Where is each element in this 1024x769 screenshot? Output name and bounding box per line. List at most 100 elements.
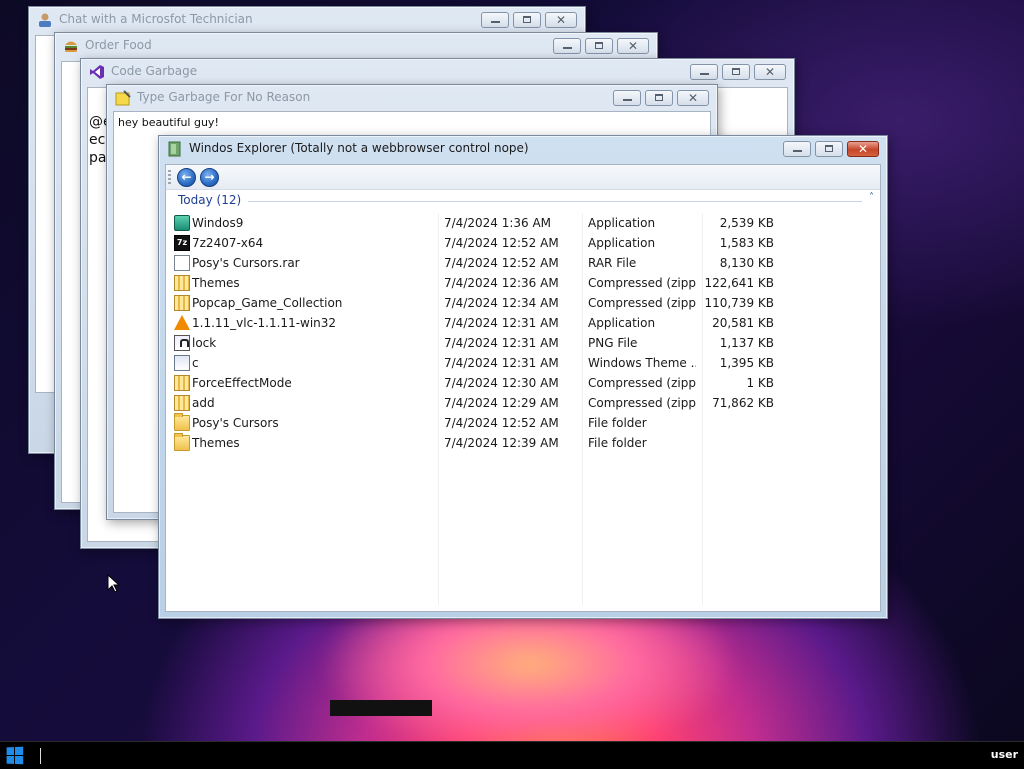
explorer-toolbar: ← → xyxy=(166,165,880,190)
vlc-icon xyxy=(174,315,190,330)
file-date: 7/4/2024 1:36 AM xyxy=(444,216,552,230)
type-close-button[interactable]: ✕ xyxy=(677,90,709,106)
file-type: RAR File xyxy=(588,256,637,270)
close-icon: ✕ xyxy=(857,142,869,156)
food-minimize-button[interactable] xyxy=(553,38,581,54)
chat-fragment-2: ec xyxy=(89,132,106,148)
file-date: 7/4/2024 12:29 AM xyxy=(444,396,559,410)
wallpaper-glow xyxy=(320,600,740,741)
toolbar-grip[interactable] xyxy=(168,170,171,184)
chat-maximize-button[interactable] xyxy=(513,12,541,28)
file-date: 7/4/2024 12:31 AM xyxy=(444,356,559,370)
file-name: Popcap_Game_Collection xyxy=(192,296,343,310)
minimize-icon xyxy=(623,99,632,101)
file-row[interactable]: ForceEffectMode 7/4/2024 12:30 AM Compress… xyxy=(166,373,880,393)
food-close-button[interactable]: ✕ xyxy=(617,38,649,54)
file-size: 2,539 KB xyxy=(719,216,774,230)
explorer-maximize-button[interactable] xyxy=(815,141,843,157)
chat-minimize-button[interactable] xyxy=(481,12,509,28)
code-title: Code Garbage xyxy=(111,64,198,78)
wallpaper-artifact xyxy=(330,700,432,716)
explorer-titlebar[interactable]: Windos Explorer (Totally not a webbrowse… xyxy=(159,136,887,162)
file-type: File folder xyxy=(588,436,647,450)
back-button[interactable]: ← xyxy=(177,168,196,187)
typed-text: hey beautiful guy! xyxy=(118,116,219,129)
sticky-note-icon xyxy=(115,90,131,106)
file-name: c xyxy=(192,356,199,370)
file-row[interactable]: c 7/4/2024 12:31 AM Windows Theme ... 1,395… xyxy=(166,353,880,373)
file-date: 7/4/2024 12:31 AM xyxy=(444,336,559,350)
explorer-close-button[interactable]: ✕ xyxy=(847,141,879,157)
file-name: Posy's Cursors xyxy=(192,416,279,430)
explorer-title: Windos Explorer (Totally not a webbrowse… xyxy=(189,141,529,155)
file-name: 1.1.11_vlc-1.1.11-win32 xyxy=(192,316,337,330)
start-button[interactable] xyxy=(6,746,25,765)
explorer-content[interactable]: ← → Today (12) ˄ Windos9 7/4/2024 1:36 AM… xyxy=(165,164,881,612)
maximize-icon xyxy=(825,145,833,152)
file-size: 1,395 KB xyxy=(719,356,774,370)
file-list: Windos9 7/4/2024 1:36 AM Application 2,539 … xyxy=(166,213,880,453)
theme-icon xyxy=(174,355,190,371)
file-row[interactable]: lock 7/4/2024 12:31 AM PNG File 1,137 KB xyxy=(166,333,880,353)
collapse-chevron-icon[interactable]: ˄ xyxy=(869,192,874,203)
folder-icon xyxy=(174,433,190,451)
maximize-icon xyxy=(523,16,531,23)
file-row[interactable]: Popcap_Game_Collection 7/4/2024 12:34 AM C… xyxy=(166,293,880,313)
taskbar: user xyxy=(0,741,1024,769)
file-size: 1 KB xyxy=(746,376,774,390)
7zip-icon: 7z xyxy=(174,235,190,251)
chat-close-button[interactable]: ✕ xyxy=(545,12,577,28)
explorer-window[interactable]: Windos Explorer (Totally not a webbrowse… xyxy=(158,135,888,619)
type-minimize-button[interactable] xyxy=(613,90,641,106)
type-titlebar[interactable]: Type Garbage For No Reason ✕ xyxy=(107,85,717,111)
windows-logo-icon xyxy=(6,747,15,756)
maximize-icon xyxy=(732,68,740,75)
file-row[interactable]: 1.1.11_vlc-1.1.11-win32 7/4/2024 12:31 AM… xyxy=(166,313,880,333)
file-date: 7/4/2024 12:52 AM xyxy=(444,236,559,250)
file-row[interactable]: 7z 7z2407-x64 7/4/2024 12:52 AM Application… xyxy=(166,233,880,253)
file-type: Application xyxy=(588,236,656,250)
file-row[interactable]: Windos9 7/4/2024 1:36 AM Application 2,539 … xyxy=(166,213,880,233)
explorer-folder-icon xyxy=(167,141,183,157)
file-row[interactable]: add 7/4/2024 12:29 AM Compressed (zipp... 7… xyxy=(166,393,880,413)
code-minimize-button[interactable] xyxy=(690,64,718,80)
app-icon xyxy=(174,215,190,231)
file-row[interactable]: Themes 7/4/2024 12:36 AM Compressed (zipp.… xyxy=(166,273,880,293)
maximize-icon xyxy=(595,42,603,49)
file-type: Compressed (zipp... xyxy=(588,296,696,310)
code-close-button[interactable]: ✕ xyxy=(754,64,786,80)
file-date: 7/4/2024 12:52 AM xyxy=(444,256,559,270)
file-type: File folder xyxy=(588,416,647,430)
food-maximize-button[interactable] xyxy=(585,38,613,54)
file-row[interactable]: Posy's Cursors 7/4/2024 12:52 AM File fold… xyxy=(166,413,880,433)
explorer-minimize-button[interactable] xyxy=(783,141,811,157)
file-date: 7/4/2024 12:30 AM xyxy=(444,376,559,390)
minimize-icon xyxy=(563,47,572,49)
file-icon xyxy=(174,255,190,271)
png-icon xyxy=(174,335,190,351)
food-titlebar[interactable]: Order Food ✕ xyxy=(55,33,657,59)
close-icon: ✕ xyxy=(555,13,567,27)
code-titlebar[interactable]: Code Garbage ✕ xyxy=(81,59,794,85)
taskbar-user-label[interactable]: user xyxy=(991,748,1018,761)
chat-title: Chat with a Microsfot Technician xyxy=(59,12,253,26)
file-size: 8,130 KB xyxy=(719,256,774,270)
forward-button[interactable]: → xyxy=(200,168,219,187)
file-type: Compressed (zipp... xyxy=(588,396,696,410)
file-date: 7/4/2024 12:39 AM xyxy=(444,436,559,450)
file-type: Application xyxy=(588,216,656,230)
chat-titlebar[interactable]: Chat with a Microsfot Technician ✕ xyxy=(29,7,585,33)
folder-icon xyxy=(174,413,190,431)
group-header-today[interactable]: Today (12) xyxy=(178,193,241,207)
file-type: Windows Theme ... xyxy=(588,356,696,370)
chat-fragment-3: pa xyxy=(89,150,107,166)
minimize-icon xyxy=(700,73,709,75)
file-row[interactable]: Posy's Cursors.rar 7/4/2024 12:52 AM RAR F… xyxy=(166,253,880,273)
code-maximize-button[interactable] xyxy=(722,64,750,80)
type-maximize-button[interactable] xyxy=(645,90,673,106)
type-title: Type Garbage For No Reason xyxy=(137,90,311,104)
file-size: 1,583 KB xyxy=(719,236,774,250)
zip-folder-icon xyxy=(174,295,190,311)
file-row[interactable]: Themes 7/4/2024 12:39 AM File folder xyxy=(166,433,880,453)
minimize-icon xyxy=(491,21,500,23)
